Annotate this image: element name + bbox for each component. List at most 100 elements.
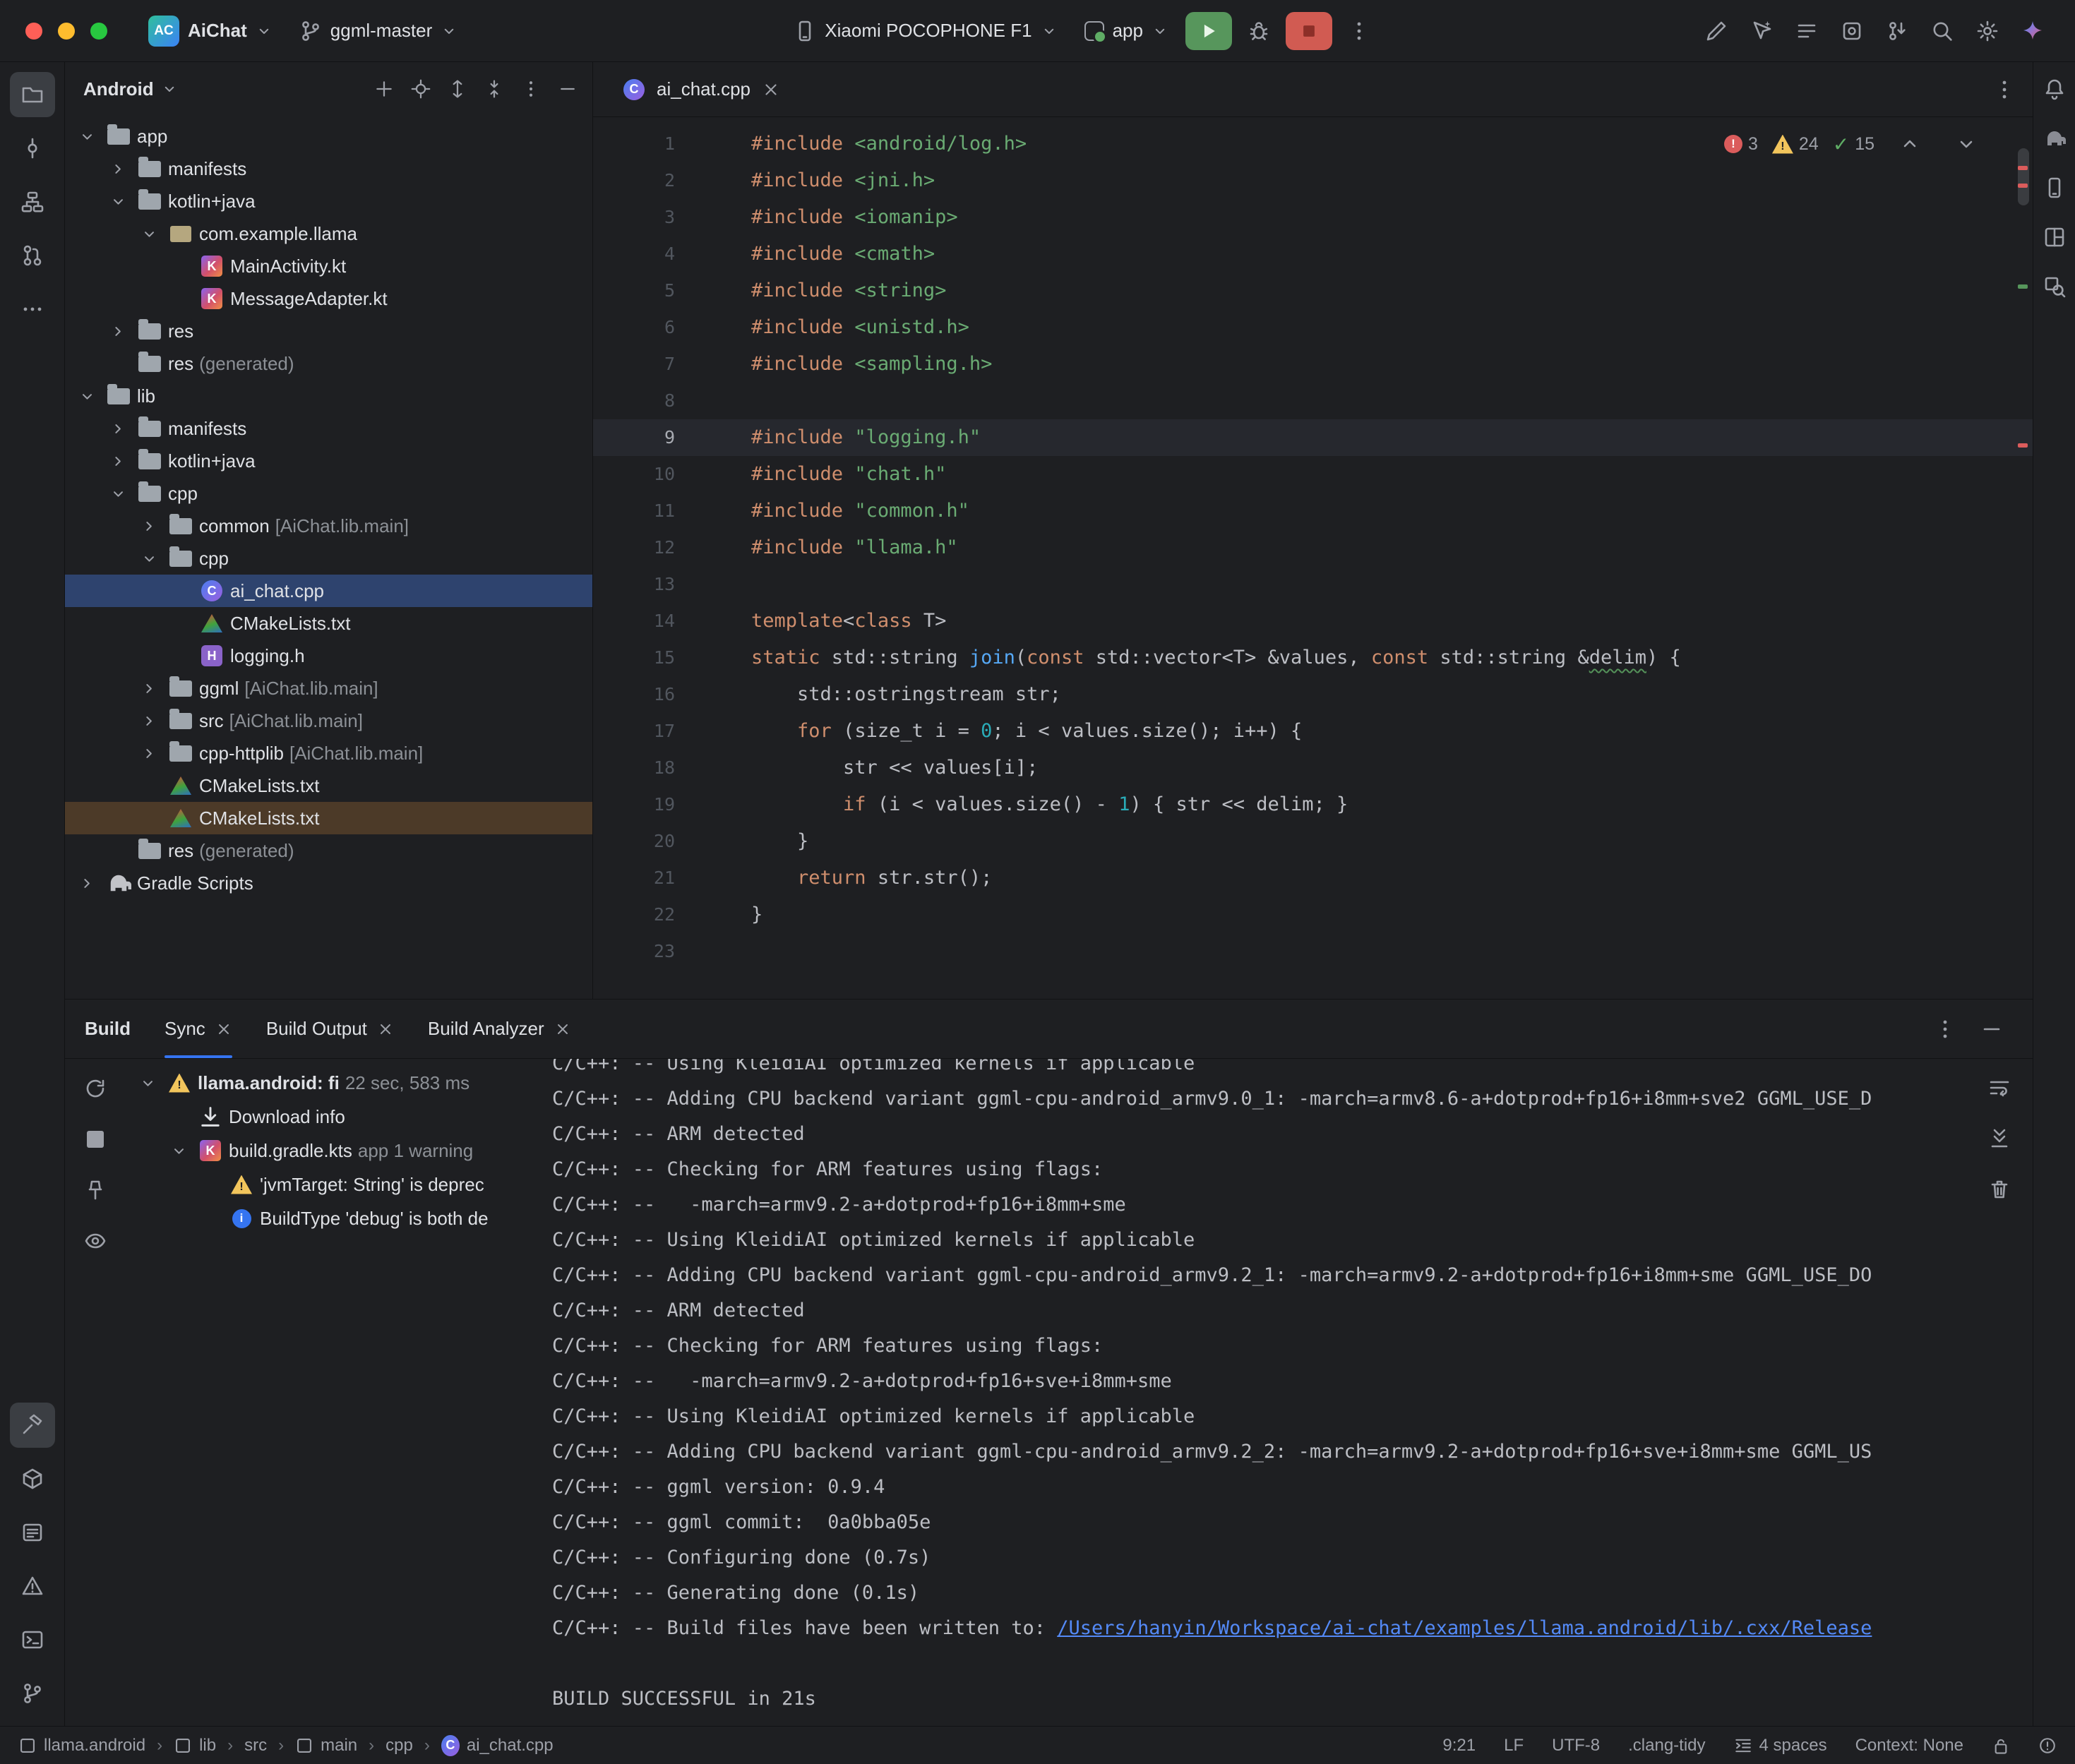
- soft-wrap-button[interactable]: [1982, 1070, 2017, 1105]
- tree-item[interactable]: src[AiChat.lib.main]: [65, 704, 592, 737]
- scroll-end-button[interactable]: [1982, 1121, 2017, 1156]
- passed-count[interactable]: ✓ 15: [1833, 133, 1874, 156]
- error-count[interactable]: ! 3: [1724, 134, 1758, 155]
- code-line[interactable]: 21 return str.str();: [593, 860, 2033, 896]
- breadcrumb-item[interactable]: Cai_chat.cpp: [441, 1736, 554, 1756]
- tree-item[interactable]: manifests: [65, 412, 592, 445]
- tree-item[interactable]: Cai_chat.cpp: [65, 575, 592, 607]
- tree-item[interactable]: manifests: [65, 152, 592, 185]
- gemini-cursor-button[interactable]: [1740, 10, 1783, 52]
- tab-sync[interactable]: Sync: [165, 1000, 232, 1058]
- tree-item[interactable]: CMakeLists.txt: [65, 607, 592, 640]
- chevron-right-icon[interactable]: [136, 742, 162, 764]
- tree-item[interactable]: ggml[AiChat.lib.main]: [65, 672, 592, 704]
- tree-item[interactable]: kotlin+java: [65, 185, 592, 217]
- hide-button[interactable]: [550, 71, 585, 107]
- warning-count[interactable]: ! 24: [1772, 134, 1819, 155]
- search-button[interactable]: [1921, 10, 1963, 52]
- tree-item[interactable]: cpp: [65, 542, 592, 575]
- code-line[interactable]: 23: [593, 933, 2033, 970]
- code-line[interactable]: 19 if (i < values.size() - 1) { str << d…: [593, 786, 2033, 823]
- chevron-right-icon[interactable]: [104, 417, 131, 440]
- vcs-update-button[interactable]: [1876, 10, 1918, 52]
- locate-button[interactable]: [403, 71, 438, 107]
- caret-position[interactable]: 9:21: [1442, 1736, 1476, 1756]
- expand-all-button[interactable]: [440, 71, 475, 107]
- chevron-down-icon[interactable]: [104, 482, 131, 505]
- tree-item[interactable]: Kbuild.gradle.ktsapp 1 warning: [126, 1134, 521, 1168]
- ai-actions-button[interactable]: [1695, 10, 1738, 52]
- line-separator[interactable]: LF: [1504, 1736, 1524, 1756]
- code-line[interactable]: 9#include "logging.h": [593, 419, 2033, 456]
- run-config-selector[interactable]: app: [1075, 14, 1178, 47]
- stripe-mark-error[interactable]: [2018, 184, 2028, 188]
- tree-item[interactable]: lib: [65, 380, 592, 412]
- tree-item[interactable]: KMessageAdapter.kt: [65, 282, 592, 315]
- tree-item[interactable]: app: [65, 120, 592, 152]
- chevron-right-icon[interactable]: [73, 872, 100, 894]
- code-line[interactable]: 17 for (size_t i = 0; i < values.size();…: [593, 713, 2033, 750]
- build-console[interactable]: C/C++: -- Using KleidiAI optimized kerne…: [521, 1059, 2033, 1726]
- problems-button[interactable]: [10, 1564, 55, 1609]
- dependencies-button[interactable]: [10, 1456, 55, 1501]
- plus-button[interactable]: [366, 71, 402, 107]
- structure-button[interactable]: [10, 179, 55, 224]
- gemini-button[interactable]: [2011, 10, 2054, 52]
- version-control-button[interactable]: [10, 1671, 55, 1716]
- tree-item[interactable]: common[AiChat.lib.main]: [65, 510, 592, 542]
- run-button[interactable]: [1185, 12, 1232, 50]
- chevron-down-icon[interactable]: [104, 190, 131, 212]
- more-run-actions-button[interactable]: [1339, 11, 1379, 51]
- lock-widget[interactable]: [1992, 1736, 2010, 1755]
- tree-item[interactable]: !llama.android: fi22 sec, 583 ms: [126, 1066, 521, 1100]
- hide-build-panel-button[interactable]: [1971, 1008, 2013, 1050]
- stripe-mark-ok[interactable]: [2018, 284, 2028, 289]
- tree-item[interactable]: KMainActivity.kt: [65, 250, 592, 282]
- more-v-button[interactable]: [513, 71, 549, 107]
- highlighting-level-widget[interactable]: [2038, 1736, 2057, 1755]
- code-line[interactable]: 10#include "chat.h": [593, 456, 2033, 493]
- tree-item[interactable]: cpp: [65, 477, 592, 510]
- logcat-button[interactable]: [10, 1510, 55, 1555]
- tree-item[interactable]: com.example.llama: [65, 217, 592, 250]
- breadcrumb-item[interactable]: cpp: [385, 1736, 413, 1756]
- debug-button[interactable]: [1239, 11, 1279, 51]
- stripe-mark-error[interactable]: [2018, 443, 2028, 448]
- close-window-button[interactable]: [25, 23, 42, 40]
- zoom-window-button[interactable]: [90, 23, 107, 40]
- code-editor[interactable]: 1#include <android/log.h>2#include <jni.…: [593, 117, 2033, 999]
- code-line[interactable]: 16 std::ostringstream str;: [593, 676, 2033, 713]
- indent-setting[interactable]: 4 spaces: [1734, 1736, 1827, 1756]
- editor-scrollbar[interactable]: [2011, 117, 2033, 999]
- code-line[interactable]: 20 }: [593, 823, 2033, 860]
- tree-item[interactable]: cpp-httplib[AiChat.lib.main]: [65, 737, 592, 769]
- stop-button[interactable]: [1286, 12, 1332, 50]
- file-encoding[interactable]: UTF-8: [1552, 1736, 1600, 1756]
- app-inspection-button[interactable]: [2038, 270, 2071, 304]
- terminal-button[interactable]: [10, 1617, 55, 1662]
- chevron-right-icon[interactable]: [136, 677, 162, 700]
- refresh-button[interactable]: [77, 1070, 114, 1107]
- plugins-button[interactable]: [1831, 10, 1873, 52]
- context-widget[interactable]: Context: None: [1855, 1736, 1963, 1756]
- next-problem-button[interactable]: [1945, 123, 1987, 165]
- breadcrumb-item[interactable]: llama.android: [18, 1736, 145, 1756]
- close-tab-icon[interactable]: [215, 1021, 232, 1038]
- tree-item[interactable]: Hlogging.h: [65, 640, 592, 672]
- tab-ai-chat-cpp[interactable]: C ai_chat.cpp: [607, 62, 796, 116]
- commit-button[interactable]: [10, 126, 55, 171]
- build-button[interactable]: [10, 1403, 55, 1448]
- build-options-button[interactable]: [1924, 1008, 1966, 1050]
- code-line[interactable]: 15static std::string join(const std::vec…: [593, 640, 2033, 676]
- code-line[interactable]: 5#include <string>: [593, 272, 2033, 309]
- breadcrumb-item[interactable]: lib: [174, 1736, 216, 1756]
- console-link[interactable]: /Users/hanyin/Workspace/ai-chat/examples…: [1057, 1617, 1872, 1639]
- todo-list-button[interactable]: [1786, 10, 1828, 52]
- tree-item[interactable]: kotlin+java: [65, 445, 592, 477]
- clang-tidy-widget[interactable]: .clang-tidy: [1628, 1736, 1705, 1756]
- inspections-widget[interactable]: ! 3 ! 24 ✓ 15: [1724, 123, 1987, 165]
- tab-build-output[interactable]: Build Output: [266, 1000, 394, 1058]
- code-line[interactable]: 8: [593, 383, 2033, 419]
- breadcrumb-item[interactable]: src: [244, 1736, 267, 1756]
- stop-square-button[interactable]: [77, 1121, 114, 1158]
